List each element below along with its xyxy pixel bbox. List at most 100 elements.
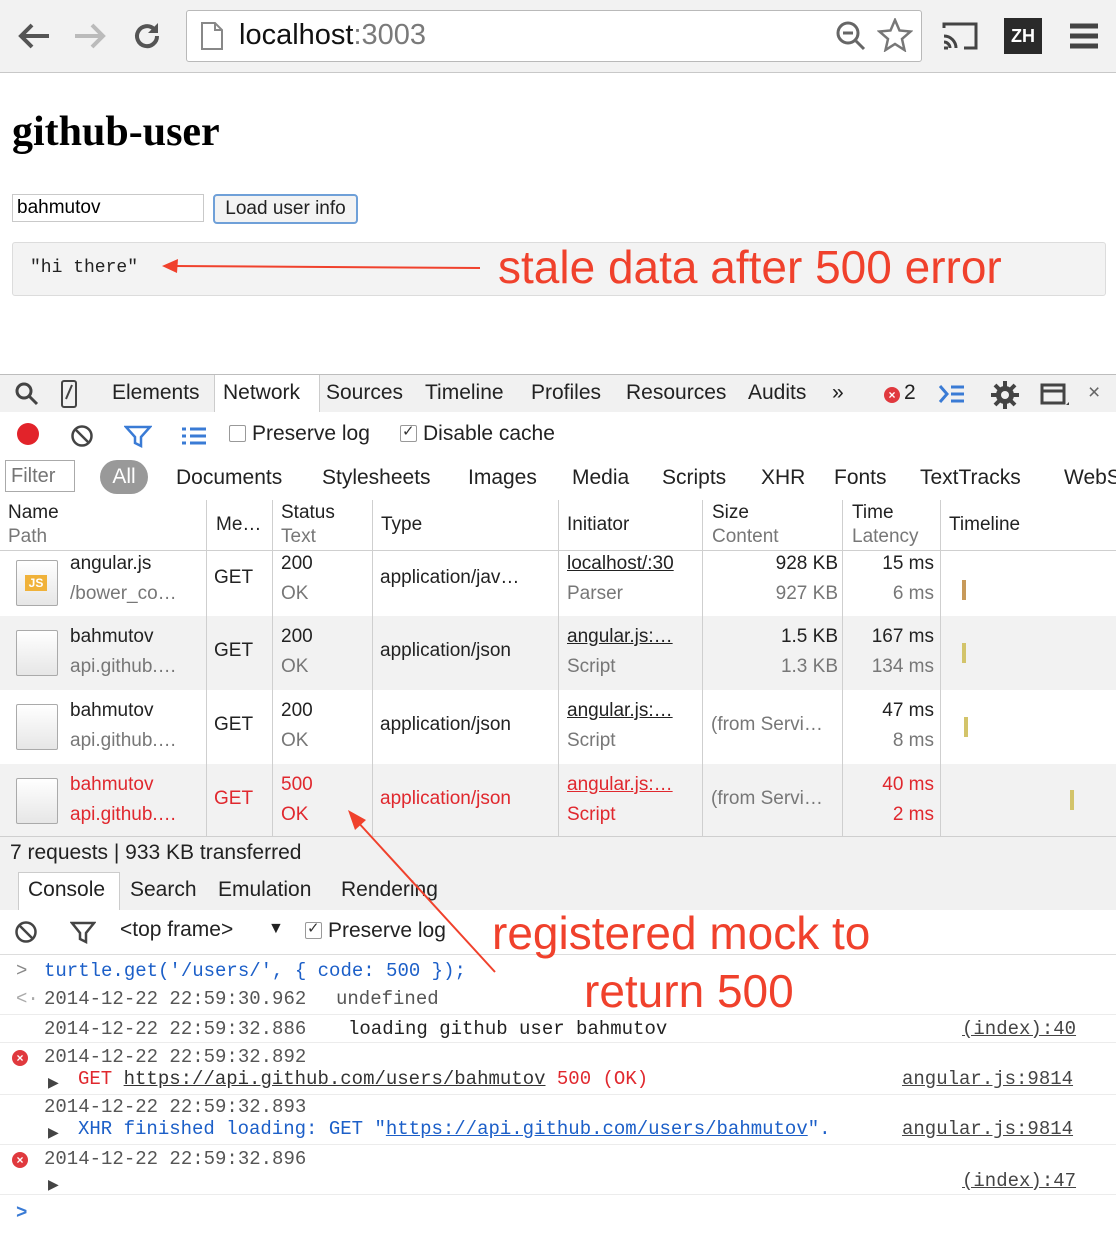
tab-sources[interactable]: Sources — [326, 381, 403, 405]
record-icon[interactable] — [17, 423, 39, 445]
cast-icon[interactable] — [940, 16, 980, 56]
col-name[interactable]: Name Path — [8, 501, 59, 549]
tab-timeline[interactable]: Timeline — [425, 381, 504, 405]
request-path: api.github.… — [70, 730, 177, 751]
console-divider — [0, 1042, 1116, 1043]
network-toolbar: Preserve log Disable cache — [0, 412, 1116, 457]
expand-triangle-icon[interactable]: ▶ — [48, 1124, 59, 1141]
error2-source-link[interactable]: (index):47 — [962, 1170, 1076, 1192]
inspect-search-icon[interactable] — [14, 381, 40, 407]
col-time[interactable]: Time Latency — [852, 501, 919, 549]
tab-network[interactable]: Network — [223, 381, 300, 405]
dock-icon[interactable] — [1040, 383, 1070, 407]
tab-console[interactable]: Console — [28, 878, 105, 902]
request-initiator-type: Parser — [567, 583, 623, 604]
request-content: 927 KB — [775, 583, 838, 604]
filter-websockets[interactable]: WebS — [1064, 466, 1116, 490]
request-initiator: angular.js:… — [567, 700, 673, 721]
filter-documents[interactable]: Documents — [176, 466, 282, 490]
tab-elements[interactable]: Elements — [112, 381, 200, 405]
clear-console-icon[interactable] — [14, 920, 38, 944]
page-title: github-user — [12, 109, 220, 155]
request-type: application/json — [380, 640, 511, 661]
request-status-text: OK — [281, 730, 309, 751]
filter-all[interactable]: All — [100, 460, 148, 494]
filter-funnel-icon[interactable] — [124, 425, 152, 449]
filter-input[interactable] — [5, 460, 75, 492]
request-size: (from Servi… — [711, 714, 823, 735]
col-divider — [842, 500, 843, 836]
filter-scripts[interactable]: Scripts — [662, 466, 726, 490]
console-filter-icon[interactable] — [70, 921, 96, 945]
zoom-icon[interactable] — [835, 20, 867, 52]
request-type: application/jav… — [380, 567, 520, 588]
device-mode-icon[interactable] — [60, 379, 78, 409]
address-bar[interactable]: localhost:3003 — [186, 10, 922, 62]
request-status-text: OK — [281, 656, 309, 677]
col-type[interactable]: Type — [381, 513, 422, 537]
filter-media[interactable]: Media — [572, 466, 629, 490]
forward-arrow-icon[interactable] — [70, 16, 110, 56]
frame-select[interactable]: <top frame> — [120, 918, 233, 942]
col-timeline[interactable]: Timeline — [949, 513, 1020, 537]
error-url-link[interactable]: https://api.github.com/users/bahmutov — [124, 1068, 546, 1090]
expand-triangle-icon[interactable]: ▶ — [48, 1176, 59, 1193]
log-message: loading github user bahmutov — [348, 1018, 668, 1040]
col-divider — [702, 500, 703, 836]
log-source-link[interactable]: (index):40 — [962, 1018, 1076, 1040]
bookmark-star-icon[interactable] — [877, 18, 913, 52]
error2-time: 2014-12-22 22:59:32.896 — [44, 1148, 307, 1170]
console-drawer-icon[interactable] — [938, 383, 966, 405]
url-text: localhost:3003 — [239, 19, 427, 51]
filter-xhr[interactable]: XHR — [761, 466, 805, 490]
back-arrow-icon[interactable] — [14, 16, 54, 56]
file-type-label: JS — [25, 575, 47, 591]
reload-icon[interactable] — [127, 16, 167, 56]
close-devtools-icon[interactable]: × — [1088, 381, 1100, 405]
annotation-mock-line1: registered mock to — [492, 907, 871, 959]
tab-search[interactable]: Search — [130, 878, 197, 902]
request-method: GET — [214, 640, 254, 661]
frame-dropdown-icon[interactable]: ▼ — [268, 920, 284, 938]
tab-profiles[interactable]: Profiles — [531, 381, 601, 405]
list-view-icon[interactable] — [180, 426, 208, 446]
username-input[interactable] — [12, 194, 204, 222]
devtools-tab-bar: Elements Network Sources Timeline Profil… — [0, 374, 1116, 414]
file-icon — [16, 704, 58, 750]
menu-icon[interactable] — [1064, 16, 1104, 56]
request-method: GET — [214, 567, 254, 588]
tab-resources[interactable]: Resources — [626, 381, 726, 405]
preserve-log-checkbox[interactable]: Preserve log — [229, 422, 370, 446]
filter-texttracks[interactable]: TextTracks — [920, 466, 1021, 490]
network-filter-bar: All Documents Stylesheets Images Media S… — [0, 456, 1116, 501]
console-prompt-icon[interactable]: > — [16, 1202, 27, 1224]
load-user-info-button[interactable]: Load user info — [213, 194, 358, 224]
tab-audits[interactable]: Audits — [748, 381, 806, 405]
col-size[interactable]: Size Content — [712, 501, 779, 549]
tab-emulation[interactable]: Emulation — [218, 878, 311, 902]
col-status[interactable]: Status Text — [281, 501, 335, 549]
request-status: 200 — [281, 700, 313, 721]
profile-badge[interactable]: ZH — [1004, 18, 1042, 54]
xhr-source-link[interactable]: angular.js:9814 — [902, 1118, 1073, 1140]
filter-images[interactable]: Images — [468, 466, 537, 490]
settings-gear-icon[interactable] — [990, 380, 1020, 410]
clear-icon[interactable] — [70, 424, 94, 448]
col-initiator[interactable]: Initiator — [567, 513, 629, 537]
request-latency: 6 ms — [892, 583, 934, 604]
expand-triangle-icon[interactable]: ▶ — [48, 1074, 59, 1091]
console-divider — [0, 1014, 1116, 1015]
console-divider — [0, 1094, 1116, 1095]
error-source-link[interactable]: angular.js:9814 — [902, 1068, 1073, 1090]
request-content: 1.3 KB — [780, 656, 838, 677]
disable-cache-checkbox[interactable]: Disable cache — [400, 422, 555, 446]
xhr-url-link[interactable]: https://api.github.com/users/bahmutov — [386, 1118, 808, 1140]
filter-stylesheets[interactable]: Stylesheets — [322, 466, 431, 490]
col-method[interactable]: Me… — [216, 513, 261, 537]
filter-fonts[interactable]: Fonts — [834, 466, 887, 490]
error-count-icon[interactable]: × — [884, 387, 900, 403]
error-count[interactable]: 2 — [904, 381, 916, 405]
request-size: 1.5 KB — [780, 626, 838, 647]
page-icon — [201, 22, 223, 50]
more-tabs-icon[interactable]: » — [832, 381, 844, 405]
